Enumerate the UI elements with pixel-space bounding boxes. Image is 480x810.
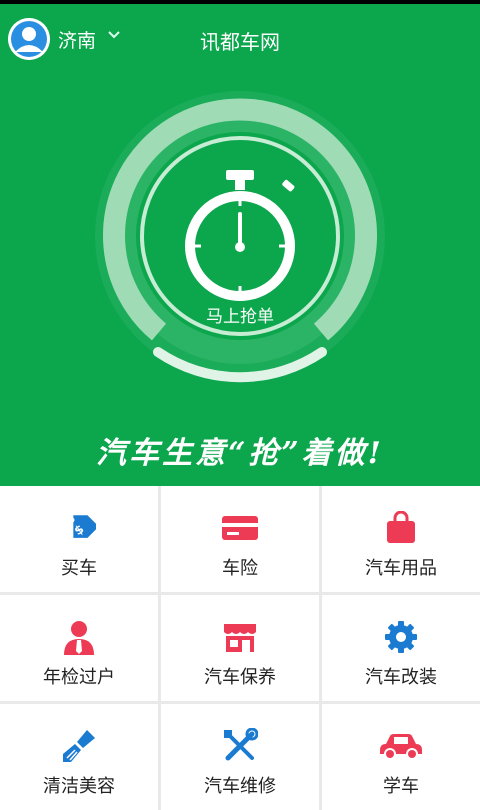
service-label: 年检过户 <box>43 667 115 688</box>
storefront-icon <box>224 624 256 652</box>
service-repair[interactable]: 汽车维修 <box>161 704 319 810</box>
service-label: 清洁美容 <box>43 776 115 797</box>
service-grid: $ 买车 车险 汽车用品 年检过户 汽车保养 汽车改装 清洁美容 汽车维修 学车 <box>0 486 480 810</box>
wrench-screwdriver-icon <box>224 728 258 761</box>
person-tie-icon <box>64 621 94 655</box>
car-icon <box>380 734 422 760</box>
service-label: 学车 <box>383 776 419 797</box>
service-label: 汽车保养 <box>204 667 276 688</box>
brush-icon <box>63 730 95 762</box>
service-label: 汽车维修 <box>204 776 276 797</box>
service-modification[interactable]: 汽车改装 <box>322 595 480 701</box>
hero-banner: 济南 讯都车网 马上抢单 汽车生意“抢”着做! <box>0 4 480 486</box>
price-tag-icon: $ <box>69 515 96 538</box>
gear-icon <box>385 621 417 653</box>
service-buy-car[interactable]: $ 买车 <box>0 486 158 592</box>
card-icon <box>222 516 258 540</box>
slogan: 汽车生意“抢”着做! <box>96 436 384 471</box>
service-label: 买车 <box>61 558 97 579</box>
grab-order-label[interactable]: 马上抢单 <box>0 302 480 327</box>
service-label: 车险 <box>222 558 258 579</box>
service-label: 汽车用品 <box>365 558 437 579</box>
service-cleaning[interactable]: 清洁美容 <box>0 704 158 810</box>
service-label: 汽车改装 <box>365 667 437 688</box>
service-driving-school[interactable]: 学车 <box>322 704 480 810</box>
app-title: 讯都车网 <box>200 30 280 54</box>
service-inspection-transfer[interactable]: 年检过户 <box>0 595 158 701</box>
service-insurance[interactable]: 车险 <box>161 486 319 592</box>
service-maintenance[interactable]: 汽车保养 <box>161 595 319 701</box>
service-car-supplies[interactable]: 汽车用品 <box>322 486 480 592</box>
shopping-bag-icon <box>387 511 415 543</box>
